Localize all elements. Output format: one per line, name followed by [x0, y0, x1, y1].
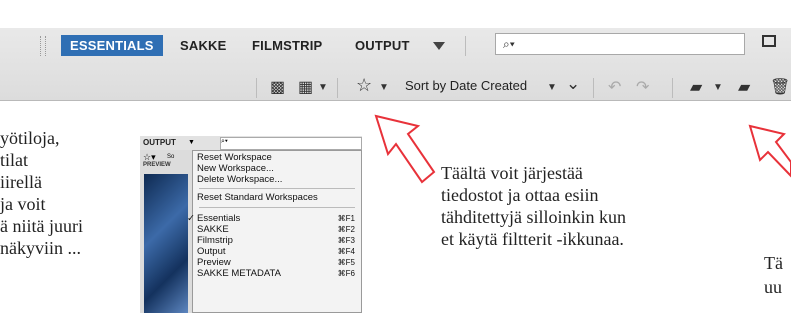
folder-chevron-down-icon[interactable]: ▼ — [713, 82, 723, 93]
menu-screenshot-toolbar: OUTPUT ▼ ⌕▾ — [140, 136, 362, 151]
new-folder-icon[interactable]: ▰ — [738, 77, 750, 97]
sort-by-label[interactable]: Sort by Date Created — [405, 78, 527, 93]
dd-shortcut: ⌘F1 — [337, 214, 355, 223]
arrow-icon — [748, 124, 791, 178]
dd-sakke: SAKKE — [197, 224, 229, 235]
workspace-dropdown: Reset Workspace New Workspace... Delete … — [187, 150, 362, 313]
dd-separator — [199, 188, 355, 189]
toolbar-grip[interactable] — [40, 36, 46, 56]
text-line: näkyviin ... — [0, 238, 81, 258]
text-line: iirellä — [0, 172, 42, 192]
dd-reset-standard: Reset Standard Workspaces — [197, 192, 318, 203]
separator — [337, 78, 338, 98]
text-line: Täältä voit järjestää — [441, 163, 583, 183]
arrow-icon — [374, 114, 436, 184]
dd-shortcut: ⌘F4 — [337, 247, 355, 256]
dd-preview: Preview — [197, 257, 231, 268]
text-line: et käytä filtterit -ikkunaa. — [441, 229, 624, 249]
dd-filmstrip: Filmstrip — [197, 235, 233, 246]
text-line: ja voit — [0, 194, 46, 214]
search-icon: ⌕▾ — [221, 138, 228, 145]
separator — [672, 78, 673, 98]
workspace-menu-chevron-down-icon[interactable] — [433, 42, 445, 50]
menu-preview-tab: PREVIEW — [143, 162, 171, 168]
workspace-tab-sakke[interactable]: SAKKE — [180, 38, 227, 53]
dd-shortcut: ⌘F3 — [337, 236, 355, 245]
dd-shortcut: ⌘F2 — [337, 225, 355, 234]
menu-preview-photo — [144, 174, 188, 313]
dd-shortcut: ⌘F5 — [337, 258, 355, 267]
separator — [593, 78, 594, 98]
star-chevron-down-icon[interactable]: ▼ — [379, 82, 389, 93]
dd-shortcut: ⌘F6 — [337, 269, 355, 278]
dd-delete-workspace: Delete Workspace... — [197, 174, 283, 185]
text-line: yötiloja, — [0, 128, 60, 148]
text-middle: Täältä voit järjestää tiedostot ja ottaa… — [441, 162, 626, 250]
sort-chevron-down-icon[interactable]: ▼ — [547, 82, 557, 93]
search-icon: ⌕▾ — [503, 37, 515, 51]
dd-sakke-metadata: SAKKE METADATA — [197, 268, 281, 279]
list-view-icon[interactable]: ▦ — [298, 77, 313, 97]
workspace-tab-output[interactable]: OUTPUT — [355, 38, 410, 53]
text-line: tiedostot ja ottaa esiin — [441, 185, 599, 205]
dd-reset-workspace: Reset Workspace — [197, 152, 272, 163]
text-line: tähditettyjä silloinkin kun — [441, 207, 626, 227]
dd-output: Output — [197, 246, 226, 257]
rotate-left-icon[interactable]: ↶ — [608, 77, 621, 97]
menu-output-label: OUTPUT — [143, 138, 176, 147]
text-left: yötiloja, tilat iirellä ja voit ä niitä … — [0, 127, 83, 259]
text-right: Tä uu — [764, 251, 783, 299]
text-line: tilat — [0, 150, 28, 170]
text-line: Tä — [764, 253, 783, 273]
top-band — [0, 0, 791, 28]
open-folder-icon[interactable]: ▰ — [690, 77, 702, 97]
menu-sort-label: So — [167, 154, 175, 160]
separator — [256, 78, 257, 98]
separator — [465, 36, 466, 56]
sort-order-chevron-icon[interactable]: ⌄ — [566, 74, 580, 94]
dd-check-icon: ✓ — [187, 213, 195, 224]
view-chevron-down-icon[interactable]: ▼ — [318, 82, 328, 93]
dd-new-workspace: New Workspace... — [197, 163, 274, 174]
workspace-tab-filmstrip[interactable]: FILMSTRIP — [252, 38, 322, 53]
search-input[interactable]: ⌕▾ — [495, 33, 745, 55]
rotate-right-icon[interactable]: ↷ — [636, 77, 649, 97]
workspace-menu-screenshot: OUTPUT ▼ ⌕▾ ☆▾ So PREVIEW Reset Workspac… — [140, 136, 362, 313]
grid-thumbnail-icon[interactable]: ▩ — [270, 77, 285, 97]
chevron-down-icon: ▼ — [188, 139, 195, 146]
dd-separator — [199, 207, 355, 208]
workspace-tab-essentials[interactable]: ESSENTIALS — [61, 35, 163, 56]
trash-icon[interactable]: 🗑 — [770, 77, 790, 97]
compact-mode-icon[interactable] — [762, 35, 776, 47]
dd-essentials: Essentials — [197, 213, 241, 224]
text-line: uu — [764, 277, 782, 297]
star-filter-icon[interactable]: ☆ — [356, 75, 372, 96]
text-line: ä niitä juuri — [0, 216, 83, 236]
menu-search-box: ⌕▾ — [220, 137, 362, 150]
